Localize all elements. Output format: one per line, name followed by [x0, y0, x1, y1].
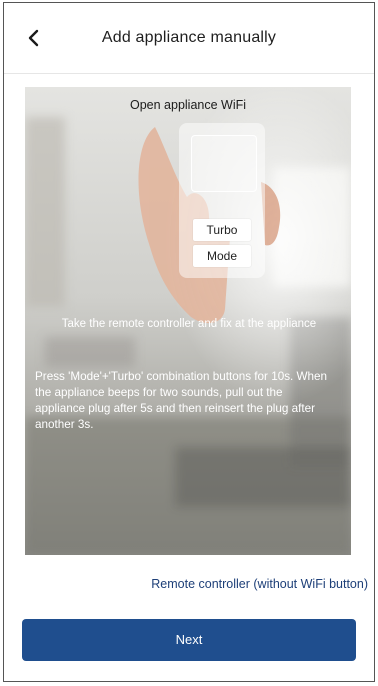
remote-controller-without-wifi-link[interactable]: Remote controller (without WiFi button): [151, 577, 368, 591]
turbo-button-label: Turbo: [193, 219, 251, 241]
mode-button-label: Mode: [193, 245, 251, 267]
header-bar: Add appliance manually: [4, 3, 374, 74]
next-button[interactable]: Next: [22, 619, 356, 661]
app-screen: Add appliance manually Open appliance Wi…: [3, 2, 375, 682]
hero-title: Open appliance WiFi: [129, 98, 247, 112]
instruction-text: Press 'Mode'+'Turbo' combination buttons…: [35, 370, 328, 431]
remote-screen: [191, 135, 257, 192]
page-title: Add appliance manually: [101, 29, 277, 46]
remote-controller: Turbo Mode: [185, 127, 261, 277]
instruction-illustration: Open appliance WiFi Turbo Mode Take the …: [25, 87, 351, 555]
remote-caption: Take the remote controller and fix at th…: [61, 318, 317, 330]
